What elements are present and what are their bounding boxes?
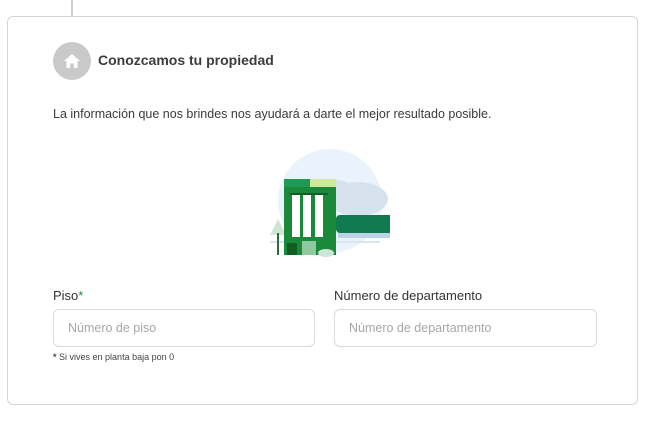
piso-hint-text: Si vives en planta baja pon 0 [59,352,175,362]
page: Conozcamos tu propiedad La información q… [0,0,652,429]
step-title: Conozcamos tu propiedad [98,52,274,68]
piso-label-text: Piso [53,288,79,303]
stepper-connector-line [71,0,73,17]
property-form-card: Conozcamos tu propiedad La información q… [7,16,638,405]
departamento-label: Número de departamento [334,288,482,303]
home-icon [53,42,91,80]
piso-input[interactable] [53,309,315,347]
piso-label: Piso* [53,288,83,303]
departamento-input[interactable] [334,309,597,347]
hint-mark: * [53,352,57,362]
building-illustration [260,147,394,257]
piso-hint: * Si vives en planta baja pon 0 [53,352,174,362]
departamento-label-text: Número de departamento [334,288,483,303]
required-mark: * [78,288,84,303]
step-description: La información que nos brindes nos ayuda… [53,107,492,121]
